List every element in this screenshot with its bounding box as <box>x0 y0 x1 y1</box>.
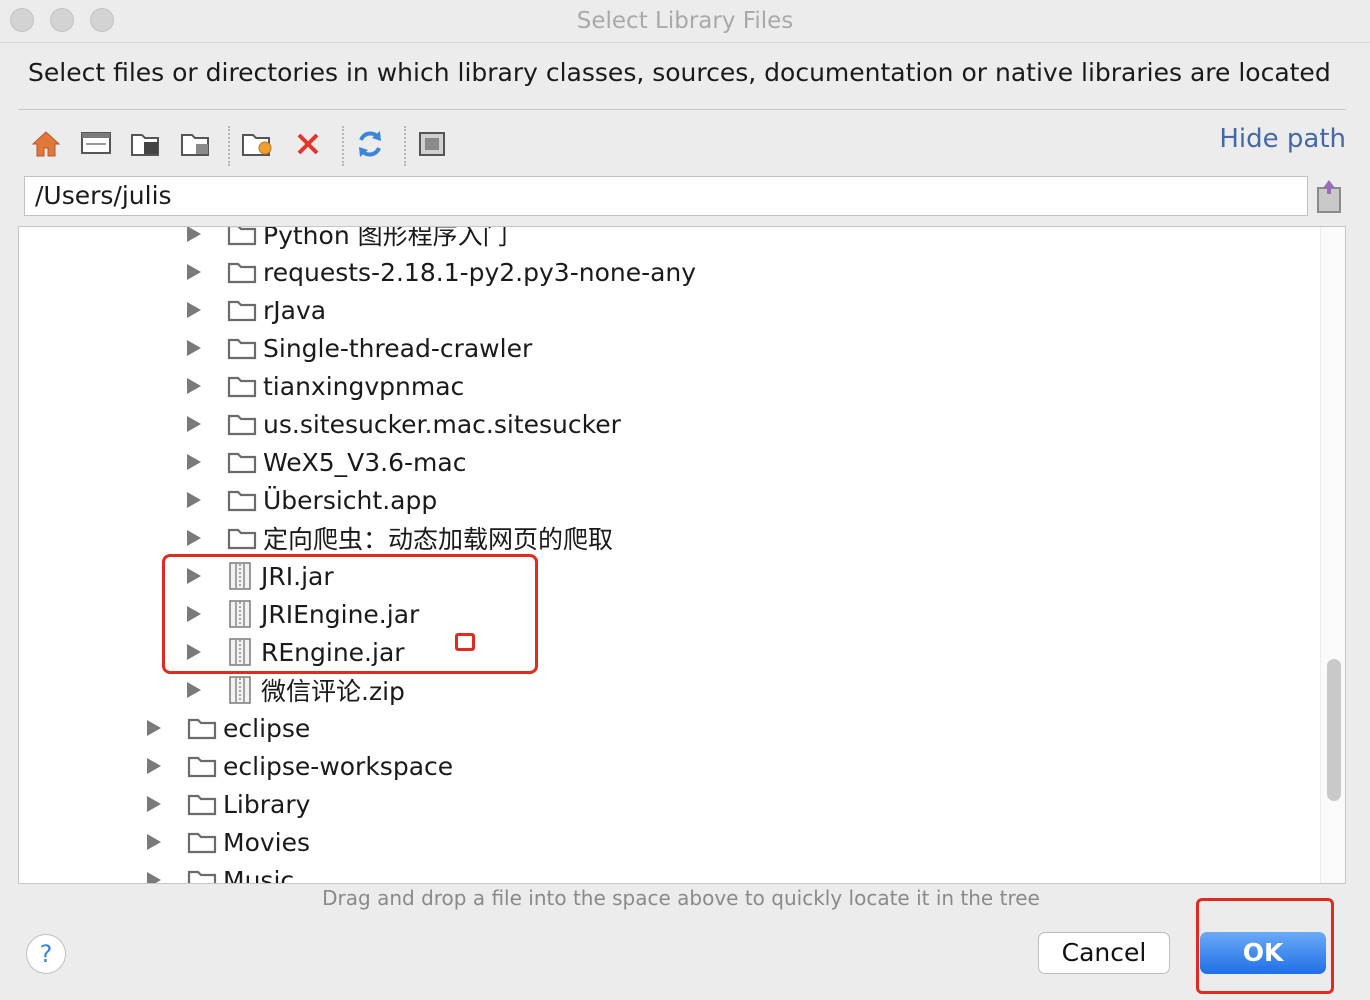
folder-icon <box>187 868 223 883</box>
expand-arrow-icon[interactable] <box>187 530 201 546</box>
highlight-box-ok-button <box>1196 898 1334 994</box>
tree-row-label: Python 图形程序入门 <box>263 226 508 250</box>
tree-row-label: eclipse <box>223 713 311 743</box>
path-input[interactable]: /Users/julis <box>24 176 1308 216</box>
expand-arrow-icon[interactable] <box>187 492 201 508</box>
tree-row[interactable]: eclipse <box>147 709 310 747</box>
tree-row-label: Library <box>223 789 311 819</box>
folder-icon <box>227 450 263 474</box>
expand-arrow-icon[interactable] <box>147 796 161 812</box>
tree-row-label: Music <box>223 865 295 884</box>
tree-row-label: eclipse-workspace <box>223 751 454 781</box>
highlight-box-jar-files <box>162 554 538 674</box>
toolbar-separator <box>228 126 231 166</box>
folder-icon <box>227 488 263 512</box>
folder-icon <box>227 260 263 284</box>
instruction-text: Select files or directories in which lib… <box>28 58 1331 87</box>
folder-icon <box>187 792 223 816</box>
expand-arrow-icon[interactable] <box>187 340 201 356</box>
zip-archive-icon <box>227 675 261 705</box>
tree-row[interactable]: Übersicht.app <box>187 481 437 519</box>
folder-icon <box>227 374 263 398</box>
scrollbar-thumb[interactable] <box>1327 659 1341 801</box>
expand-arrow-icon[interactable] <box>147 872 161 883</box>
tree-row[interactable]: eclipse-workspace <box>147 747 453 785</box>
delete-icon[interactable] <box>290 124 326 164</box>
tree-row[interactable]: Library <box>147 785 310 823</box>
folder-icon <box>227 298 263 322</box>
tree-row-label: us.sitesucker.mac.sitesucker <box>263 409 621 439</box>
tree-row-label: requests-2.18.1-py2.py3-none-any <box>263 257 697 287</box>
tree-row-label: Single-thread-crawler <box>263 333 533 363</box>
home-icon[interactable] <box>28 124 64 164</box>
tree-row[interactable]: Python 图形程序入门 <box>187 226 508 253</box>
project-folder-icon[interactable] <box>128 124 164 164</box>
folder-icon <box>187 830 223 854</box>
expand-arrow-icon[interactable] <box>187 227 201 242</box>
tree-row[interactable]: Music <box>147 861 295 884</box>
expand-arrow-icon[interactable] <box>147 758 161 774</box>
drag-drop-hint: Drag and drop a file into the space abov… <box>322 886 1040 910</box>
expand-arrow-icon[interactable] <box>187 302 201 318</box>
tree-row[interactable]: Movies <box>147 823 310 861</box>
hide-path-link[interactable]: Hide path <box>1219 124 1346 154</box>
title-bar: Select Library Files <box>0 0 1370 43</box>
tree-row-label: Movies <box>223 827 311 857</box>
path-history-icon[interactable] <box>1314 178 1344 214</box>
help-button[interactable]: ? <box>26 934 66 974</box>
expand-arrow-icon[interactable] <box>147 834 161 850</box>
expand-arrow-icon[interactable] <box>147 720 161 736</box>
desktop-icon[interactable] <box>78 124 114 164</box>
new-folder-icon[interactable] <box>240 124 276 164</box>
divider <box>18 109 1346 110</box>
module-folder-icon[interactable] <box>178 124 214 164</box>
show-hidden-icon[interactable] <box>414 124 450 164</box>
toolbar-separator <box>342 126 345 166</box>
cursor-marker <box>455 633 475 651</box>
expand-arrow-icon[interactable] <box>187 682 201 698</box>
cancel-button[interactable]: Cancel <box>1038 932 1170 974</box>
tree-row[interactable]: us.sitesucker.mac.sitesucker <box>187 405 621 443</box>
tree-row[interactable]: Single-thread-crawler <box>187 329 532 367</box>
tree-row[interactable]: 微信评论.zip <box>187 671 405 709</box>
tree-row-label: tianxingvpnmac <box>263 371 465 401</box>
tree-row-label: Übersicht.app <box>263 485 438 515</box>
tree-row[interactable]: 定向爬虫：动态加载网页的爬取 <box>187 519 613 557</box>
tree-row-label: WeX5_V3.6-mac <box>263 447 467 477</box>
tree-row-label: 微信评论.zip <box>261 677 405 706</box>
expand-arrow-icon[interactable] <box>187 378 201 394</box>
tree-row[interactable]: requests-2.18.1-py2.py3-none-any <box>187 253 696 291</box>
expand-arrow-icon[interactable] <box>187 454 201 470</box>
path-input-value: /Users/julis <box>35 181 172 210</box>
toolbar-separator <box>404 126 407 166</box>
folder-icon <box>227 227 263 246</box>
window-title: Select Library Files <box>576 8 794 34</box>
expand-arrow-icon[interactable] <box>187 416 201 432</box>
expand-arrow-icon[interactable] <box>187 264 201 280</box>
folder-icon <box>187 754 223 778</box>
tree-row-label: 定向爬虫：动态加载网页的爬取 <box>263 525 614 554</box>
folder-icon <box>227 412 263 436</box>
folder-icon <box>227 336 263 360</box>
tree-row[interactable]: tianxingvpnmac <box>187 367 464 405</box>
tree-row[interactable]: rJava <box>187 291 326 329</box>
folder-icon <box>187 716 223 740</box>
folder-icon <box>227 526 263 550</box>
tree-row-label: rJava <box>263 295 327 325</box>
refresh-icon[interactable] <box>352 124 388 164</box>
tree-row[interactable]: WeX5_V3.6-mac <box>187 443 466 481</box>
